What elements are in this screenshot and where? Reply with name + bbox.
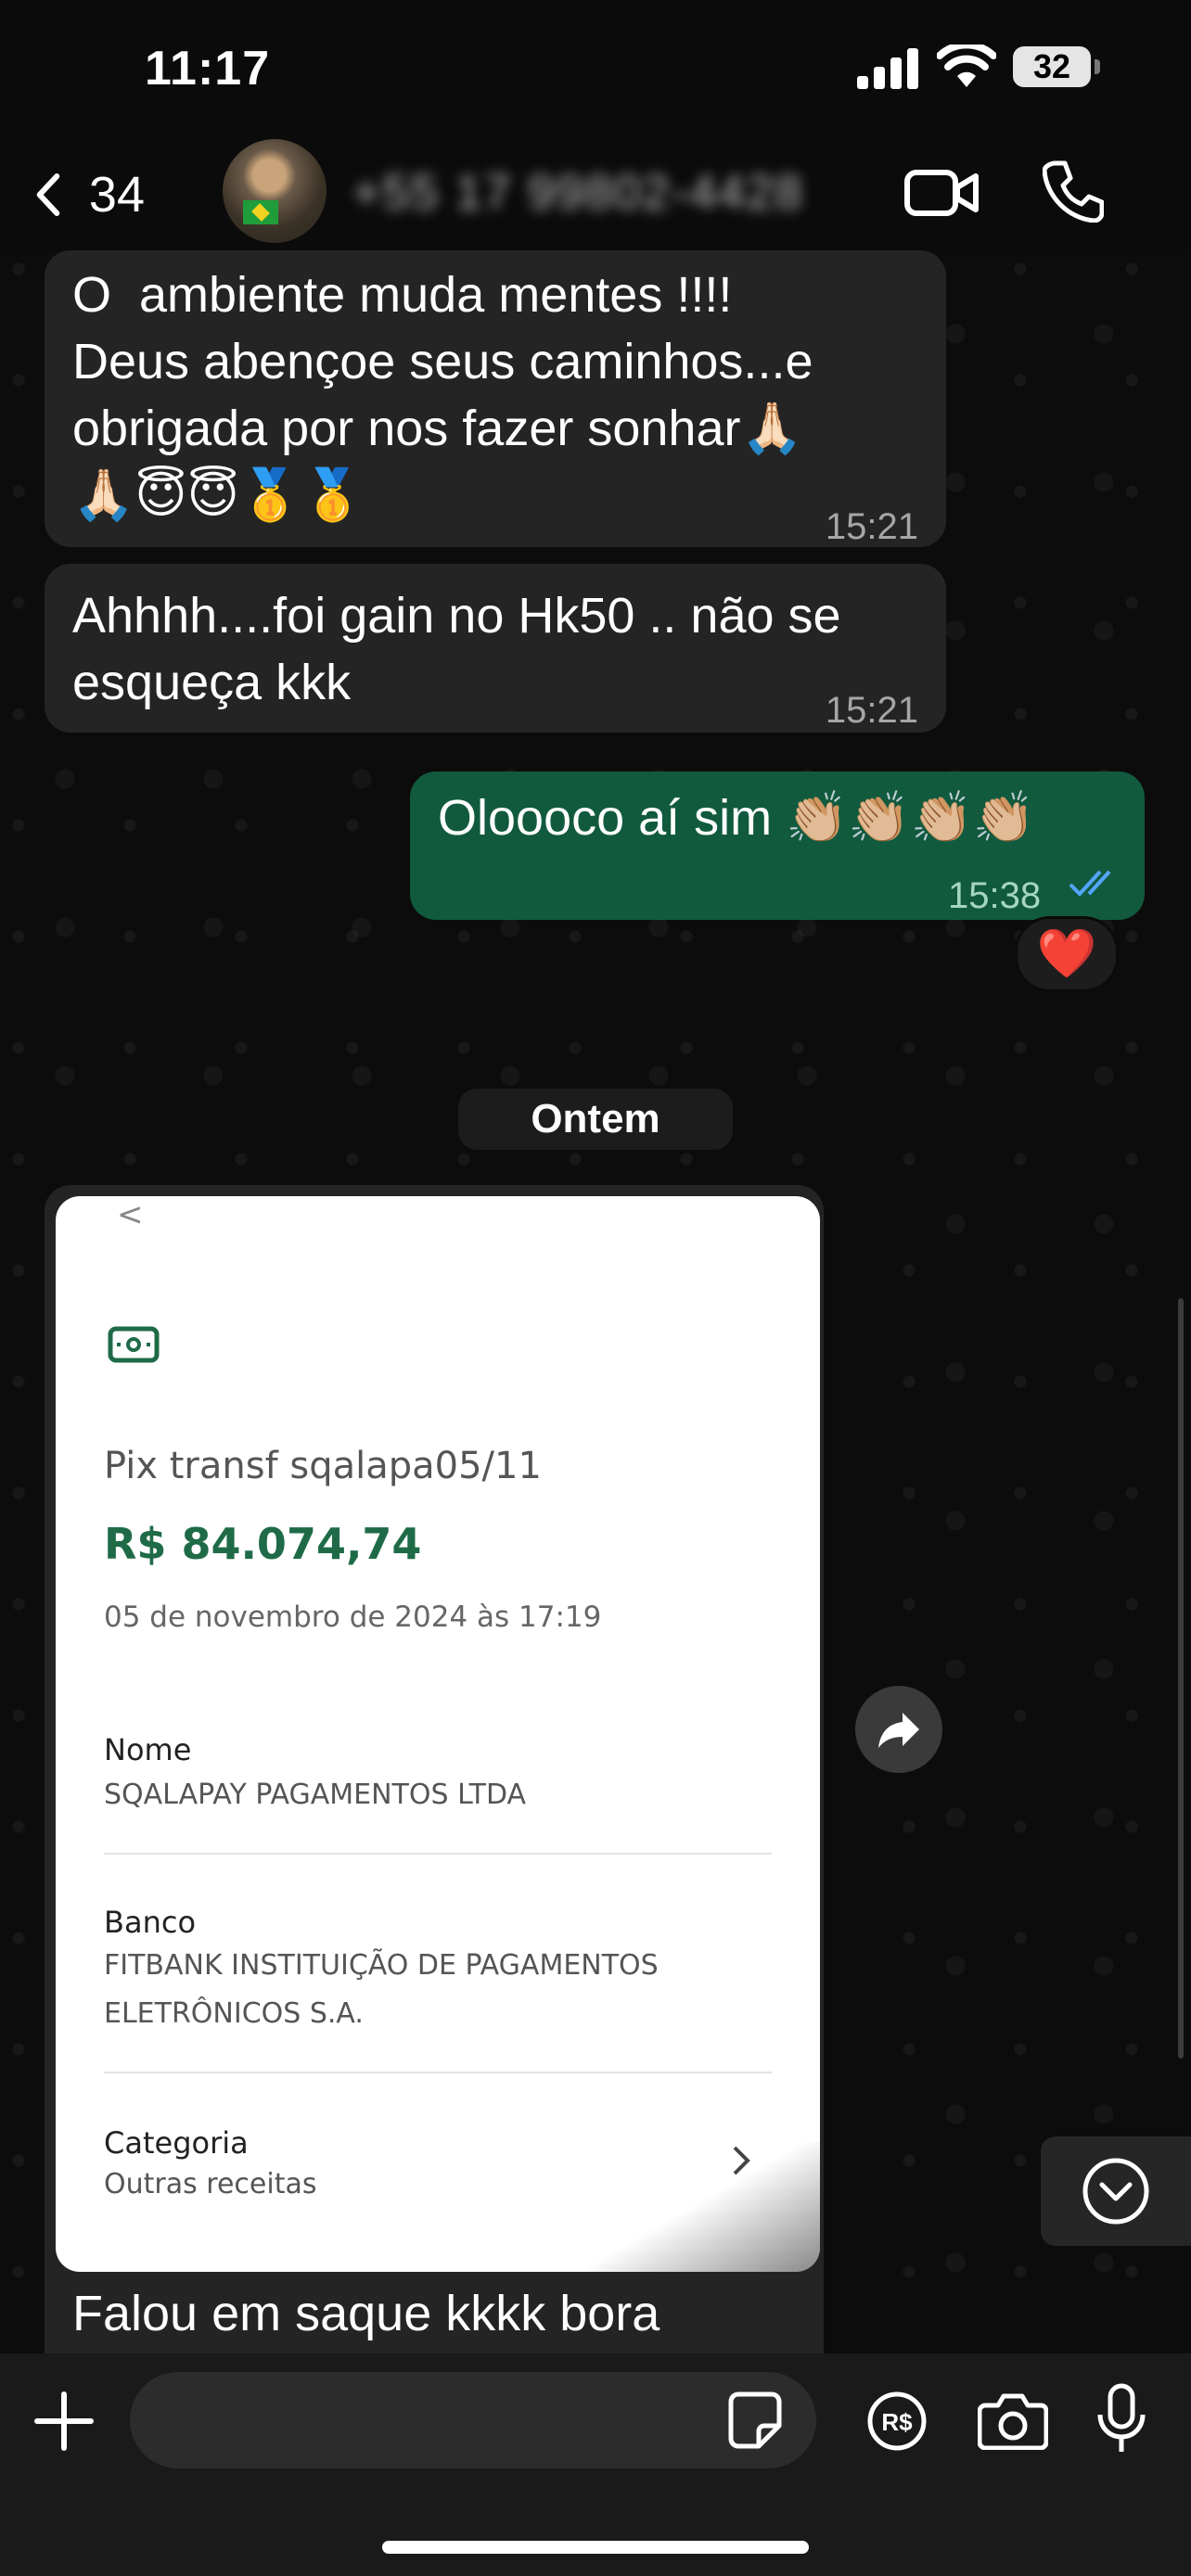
plus-icon[interactable] <box>33 2391 95 2452</box>
receipt-title: Pix transf sqalapa05/11 <box>104 1445 542 1487</box>
battery-indicator: 32 <box>1013 46 1102 89</box>
back-chevron-icon <box>36 173 60 216</box>
scroll-down-icon <box>1082 2158 1149 2225</box>
receipt-value-categoria: Outras receitas <box>104 2168 317 2200</box>
wifi-icon <box>937 45 996 87</box>
unread-count: 34 <box>88 167 145 223</box>
status-time: 11:17 <box>145 42 271 96</box>
status-bar: 11:17 32 <box>0 0 1191 139</box>
sticker-icon[interactable] <box>727 2391 783 2450</box>
pix-receipt-image[interactable]: < Pix transf sqalapa05/11 R$ 84.074,74 0… <box>56 1196 820 2272</box>
divider <box>104 2072 772 2073</box>
message-text: O ambiente muda mentes !!!! Deus abençoe… <box>72 267 813 523</box>
home-indicator[interactable] <box>382 2541 809 2554</box>
signal-icon <box>857 48 918 89</box>
receipt-back-glyph: < <box>117 1196 144 1233</box>
contact-avatar[interactable] <box>223 139 327 243</box>
day-divider: Ontem <box>458 1089 733 1150</box>
money-icon <box>108 1326 160 1363</box>
divider <box>104 1853 772 1855</box>
forward-icon <box>878 1713 919 1748</box>
message-reaction[interactable]: ❤️ <box>1015 916 1119 992</box>
message-text: Oloooco aí sim 👏🏼👏🏼👏🏼👏🏼 <box>438 790 1036 846</box>
battery-level: 32 <box>1013 46 1091 87</box>
chat-header: 34 +55 17 99802-4428 <box>0 139 1191 250</box>
microphone-icon[interactable] <box>1096 2383 1146 2455</box>
receipt-value-nome: SQALAPAY PAGAMENTOS LTDA <box>104 1779 527 1811</box>
receipt-label-banco: Banco <box>104 1905 197 1940</box>
forward-button[interactable] <box>855 1686 942 1773</box>
image-caption: Falou em saque kkkk bora <box>72 2286 660 2341</box>
video-call-icon[interactable] <box>903 165 980 221</box>
scroll-to-bottom-button[interactable] <box>1041 2136 1191 2246</box>
message-bubble-incoming[interactable]: Ahhhh....foi gain no Hk50 .. não se esqu… <box>45 564 946 733</box>
message-time: 15:21 <box>825 506 918 547</box>
message-bubble-outgoing[interactable]: Oloooco aí sim 👏🏼👏🏼👏🏼👏🏼 15:38 <box>410 772 1145 920</box>
message-time: 15:38 <box>948 875 1042 916</box>
receipt-label-nome: Nome <box>104 1732 192 1767</box>
contact-name[interactable]: +55 17 99802-4428 <box>352 165 804 221</box>
receipt-label-categoria: Categoria <box>104 2125 249 2161</box>
receipt-value-banco: FITBANK INSTITUIÇÃO DE PAGAMENTOS ELETRÔ… <box>104 1949 659 2030</box>
read-receipt-icon <box>1069 870 1111 897</box>
message-text: Ahhhh....foi gain no Hk50 .. não se esqu… <box>72 588 841 710</box>
message-bubble-incoming[interactable]: O ambiente muda mentes !!!! Deus abençoe… <box>45 250 946 547</box>
scrollbar[interactable] <box>1178 1298 1184 2059</box>
phone-icon[interactable] <box>1043 159 1104 223</box>
receipt-date: 05 de novembro de 2024 às 17:19 <box>104 1600 602 1634</box>
message-time: 15:21 <box>825 690 918 731</box>
pay-icon[interactable]: R$ <box>866 2391 928 2452</box>
camera-icon[interactable] <box>978 2392 1048 2450</box>
svg-text:R$: R$ <box>881 2408 913 2436</box>
receipt-amount: R$ 84.074,74 <box>104 1519 422 1569</box>
message-input[interactable] <box>130 2372 816 2468</box>
back-button[interactable]: 34 <box>33 158 145 232</box>
